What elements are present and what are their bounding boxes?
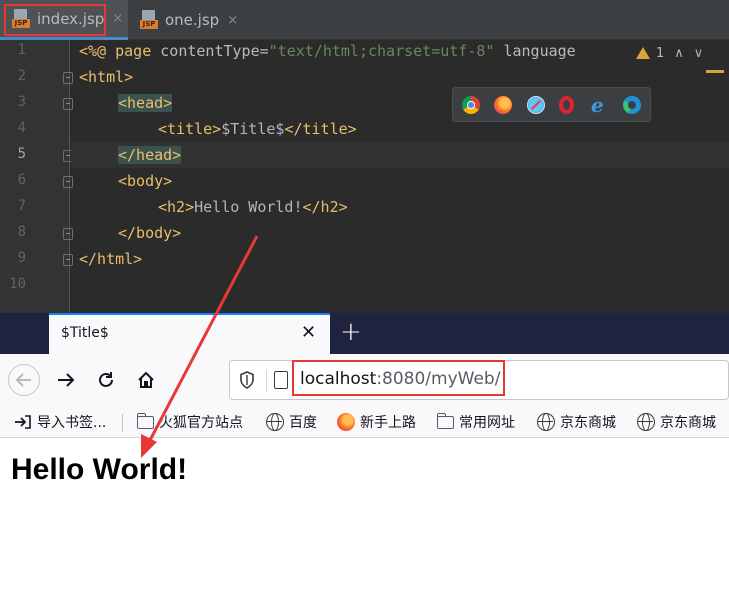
bookmark-folder[interactable]: 火狐官方站点 [137, 412, 243, 432]
bookmark-link[interactable]: 新手上路 [337, 412, 416, 432]
annotation-highlight-box [292, 360, 505, 396]
line-number: 3 [17, 94, 26, 110]
close-icon[interactable]: × [227, 13, 238, 28]
code-line-5-current[interactable]: </head> [71, 142, 729, 168]
line-number: 8 [17, 224, 26, 240]
warning-stripe-marker[interactable] [706, 70, 724, 73]
inspection-widget[interactable]: 1 ∧ ∨ [626, 40, 729, 66]
new-tab-button[interactable]: + [340, 317, 362, 347]
browser-window: $Title$ ✕ + localhost:8080/myWeb/ 导入书签..… [0, 313, 729, 610]
arrow-left-icon [15, 373, 31, 387]
code-line-6[interactable]: <body> [71, 168, 729, 194]
editor-tab-one-jsp[interactable]: JSP one.jsp × [128, 0, 258, 40]
bookmark-link[interactable]: 京东商城 [537, 412, 616, 432]
line-number: 9 [17, 250, 26, 266]
close-icon[interactable]: × [112, 11, 123, 26]
arrow-right-icon [58, 373, 75, 387]
line-number: 2 [17, 68, 26, 84]
warning-icon [636, 47, 650, 59]
browser-tab-title: $Title$ [61, 325, 109, 341]
chrome-icon[interactable] [462, 96, 480, 114]
line-number: 7 [17, 198, 26, 214]
browser-tab[interactable]: $Title$ ✕ [49, 313, 330, 354]
bookmark-import[interactable]: 导入书签... [14, 412, 106, 432]
globe-icon [637, 413, 655, 431]
safari-icon[interactable] [527, 96, 545, 114]
browser-tab-bar: $Title$ ✕ + [0, 313, 729, 354]
ie-icon[interactable]: e [591, 95, 609, 115]
editor-tab-bar: JSP index.jsp × JSP one.jsp × [0, 0, 729, 40]
folder-icon [437, 412, 454, 429]
browser-preview-popup: e [452, 87, 651, 122]
bookmark-folder[interactable]: 常用网址 [437, 412, 515, 432]
reload-icon [99, 372, 113, 387]
address-bar-divider [266, 370, 267, 392]
firefox-icon[interactable] [494, 96, 512, 114]
forward-button[interactable] [50, 364, 82, 396]
chevron-up-icon[interactable]: ∧ [674, 46, 684, 61]
line-number: 4 [17, 120, 26, 136]
bookmark-link[interactable]: 百度 [266, 412, 317, 432]
line-number: 1 [17, 42, 26, 58]
chevron-down-icon[interactable]: ∨ [694, 46, 704, 61]
ide-window: JSP index.jsp × JSP one.jsp × 1 2 3 4 5 … [0, 0, 729, 313]
home-button[interactable] [130, 364, 162, 396]
shield-icon[interactable] [239, 371, 255, 389]
edge-icon[interactable] [623, 96, 641, 114]
firefox-icon [337, 413, 355, 431]
import-icon [15, 415, 31, 429]
close-icon[interactable]: ✕ [301, 322, 316, 343]
warning-count: 1 [656, 45, 665, 61]
code-line-7[interactable]: <h2>Hello World!</h2> [71, 194, 729, 220]
line-number: 6 [17, 172, 26, 188]
page-heading: Hello World! [11, 453, 188, 486]
code-editor[interactable]: <%@ page contentType="text/html;charset=… [71, 40, 729, 313]
page-icon[interactable] [274, 371, 288, 389]
editor-tab-label: one.jsp [165, 11, 220, 29]
reload-button[interactable] [90, 364, 122, 396]
line-number: 10 [9, 276, 26, 292]
opera-icon[interactable] [559, 96, 574, 114]
code-line-10[interactable] [71, 272, 729, 298]
line-number-current: 5 [17, 146, 26, 162]
bookmarks-toolbar: 导入书签... 火狐官方站点 百度 新手上路 常用网址 京东商城 京东商城 [0, 406, 729, 438]
bookmark-link[interactable]: 京东商城 [637, 412, 716, 432]
annotation-highlight-box [4, 4, 106, 36]
jsp-file-icon: JSP [140, 10, 158, 30]
line-number-gutter: 1 2 3 4 5 6 7 8 9 10 [0, 40, 73, 313]
folder-icon [137, 412, 154, 429]
globe-icon [266, 413, 284, 431]
code-line-8[interactable]: </body> [71, 220, 729, 246]
back-button[interactable] [8, 364, 40, 396]
code-line-9[interactable]: </html> [71, 246, 729, 272]
home-icon [138, 371, 154, 388]
bookmark-separator [122, 414, 123, 432]
web-page-content: Hello World! [0, 439, 729, 610]
globe-icon [537, 413, 555, 431]
